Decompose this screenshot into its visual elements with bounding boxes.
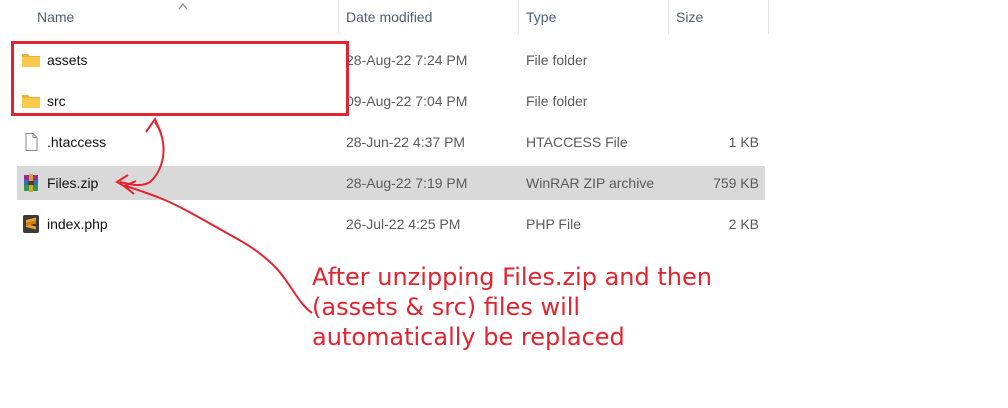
file-size: 1 KB (728, 134, 759, 150)
column-divider[interactable] (768, 0, 769, 34)
file-name: Files.zip (47, 175, 99, 191)
file-type: HTACCESS File (526, 134, 628, 150)
file-name: index.php (47, 216, 108, 232)
long-arrow-line (125, 185, 313, 314)
column-header-size[interactable]: Size (668, 0, 768, 34)
column-header-type[interactable]: Type (518, 0, 668, 34)
file-explorer-view: Name Date modified Type Size assets 28-A… (0, 0, 1008, 408)
annotation-line: (assets & src) files will (312, 293, 581, 321)
file-name: .htaccess (47, 134, 107, 150)
folder-icon (22, 54, 40, 67)
file-name: src (47, 93, 66, 109)
file-type: File folder (526, 93, 588, 109)
file-date-modified: 26-Jul-22 4:25 PM (346, 216, 461, 232)
file-name: assets (47, 52, 88, 68)
file-row-src[interactable]: src 09-Aug-22 7:04 PM File folder (17, 84, 765, 118)
file-type: WinRAR ZIP archive (526, 175, 655, 191)
winrar-archive-icon (24, 174, 38, 192)
folder-icon (22, 95, 40, 108)
sublime-text-icon (23, 215, 39, 233)
file-row-htaccess[interactable]: .htaccess 28-Jun-22 4:37 PM HTACCESS Fil… (17, 125, 765, 159)
annotation-line: automatically be replaced (312, 323, 625, 351)
file-row-assets[interactable]: assets 28-Aug-22 7:24 PM File folder (17, 43, 765, 77)
annotation-line: After unzipping Files.zip and then (312, 263, 712, 291)
file-date-modified: 28-Aug-22 7:24 PM (346, 52, 468, 68)
file-date-modified: 09-Aug-22 7:04 PM (346, 93, 468, 109)
file-type: File folder (526, 52, 588, 68)
file-date-modified: 28-Aug-22 7:19 PM (346, 175, 468, 191)
file-row-index-php[interactable]: index.php 26-Jul-22 4:25 PM PHP File 2 K… (17, 207, 765, 241)
column-header-bar: Name Date modified Type Size (0, 0, 770, 34)
file-size: 759 KB (713, 175, 759, 191)
file-size: 2 KB (728, 216, 759, 232)
blank-file-icon (25, 133, 38, 151)
column-header-date-modified[interactable]: Date modified (338, 0, 518, 34)
file-row-files-zip[interactable]: Files.zip 28-Aug-22 7:19 PM WinRAR ZIP a… (17, 166, 765, 200)
annotation-text: After unzipping Files.zip and then (asse… (312, 262, 792, 352)
file-date-modified: 28-Jun-22 4:37 PM (346, 134, 466, 150)
sort-ascending-icon (178, 3, 188, 10)
file-type: PHP File (526, 216, 581, 232)
